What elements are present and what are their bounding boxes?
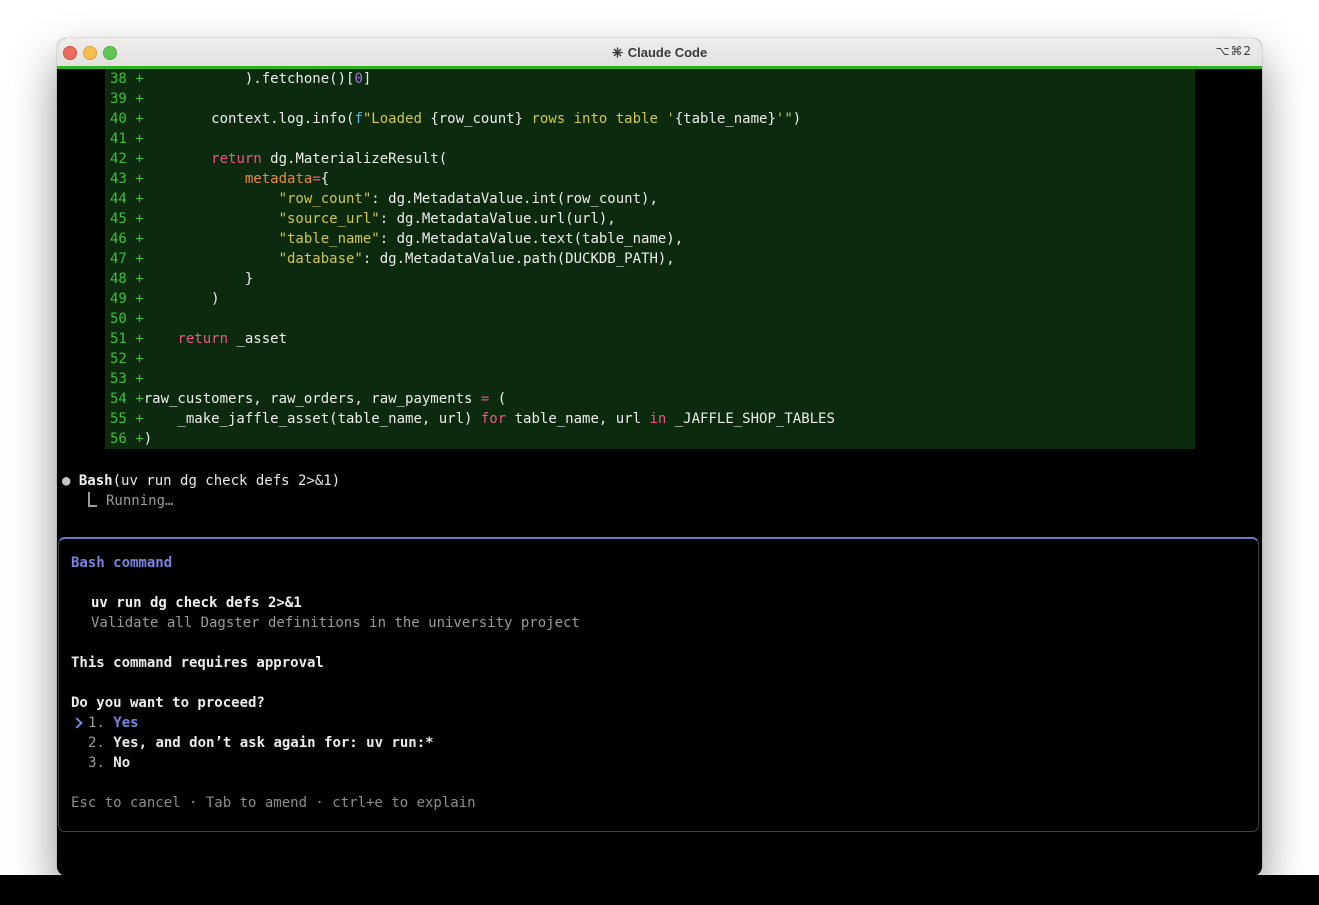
window-shortcut-badge: ⌥⌘2 [1216,44,1252,58]
code-line: 48 + } [105,269,1195,289]
keyboard-hints: Esc to cancel · Tab to amend · ctrl+e to… [71,793,476,813]
diff-panel: 38 + ).fetchone()[0] 39 + 40 + context.log… [105,69,1195,449]
dialog-command-description: Validate all Dagster definitions in the … [91,613,580,633]
terminal-window: Claude Code ⌥⌘2 38 + ).fetchone()[0] 39 +… [57,38,1262,876]
code-line: 41 + [105,129,1195,149]
code-line: 47 + "database": dg.MetadataValue.path(D… [105,249,1195,269]
line-number: 54 + [105,391,144,407]
line-number: 45 + [105,211,144,227]
options-list: 1. Yes2. Yes, and don’t ask again for: u… [59,713,1258,773]
code-line: 39 + [105,89,1195,109]
line-number: 40 + [105,111,144,127]
code-line: 53 + [105,369,1195,389]
line-number: 52 + [105,351,144,367]
option-label: Yes, and don’t ask again for: uv run:* [113,735,433,751]
option-number: 1. [88,715,113,731]
approval-note: This command requires approval [71,653,324,673]
code-line: 49 + ) [105,289,1195,309]
line-number: 48 + [105,271,144,287]
code-line: 40 + context.log.info(f"Loaded {row_coun… [105,109,1195,129]
minimize-button[interactable] [83,46,97,60]
traffic-lights [57,46,127,58]
close-button[interactable] [63,46,77,60]
selection-chevron-icon [71,717,82,728]
code-line: 43 + metadata={ [105,169,1195,189]
line-number: 38 + [105,71,144,87]
line-number: 42 + [105,151,144,167]
code-line: 44 + "row_count": dg.MetadataValue.int(r… [105,189,1195,209]
option-row[interactable]: 3. No [59,753,1258,773]
approval-dialog: Bash command uv run dg check defs 2>&1 V… [58,537,1259,832]
code-line: 56 +) [105,429,1195,449]
option-row[interactable]: 1. Yes [59,713,1258,733]
line-number: 43 + [105,171,144,187]
code-line: 54 +raw_customers, raw_orders, raw_payme… [105,389,1195,409]
code-line: 42 + return dg.MaterializeResult( [105,149,1195,169]
code-line: 50 + [105,309,1195,329]
option-label: No [113,755,130,771]
tool-args: (uv run dg check defs 2>&1) [113,473,341,489]
code-line: 46 + "table_name": dg.MetadataValue.text… [105,229,1195,249]
branch-icon [88,492,97,507]
line-number: 56 + [105,431,144,447]
code-line: 51 + return _asset [105,329,1195,349]
line-number: 47 + [105,251,144,267]
tool-status-line: ● Bash(uv run dg check defs 2>&1) [62,471,340,491]
tool-running-status: Running… [88,491,173,511]
bottom-black-strip [0,875,1319,905]
code-line: 52 + [105,349,1195,369]
dialog-title: Bash command [71,553,172,573]
window-title-text: Claude Code [628,45,707,60]
code-line: 55 + _make_jaffle_asset(table_name, url)… [105,409,1195,429]
line-number: 39 + [105,91,144,107]
code-line: 45 + "source_url": dg.MetadataValue.url(… [105,209,1195,229]
line-number: 50 + [105,311,144,327]
line-number: 51 + [105,331,144,347]
option-label: Yes [113,715,138,731]
option-number: 2. [88,735,113,751]
asterisk-icon [612,47,623,58]
tool-name: Bash [79,473,113,489]
line-number: 55 + [105,411,144,427]
line-number: 49 + [105,291,144,307]
window-title: Claude Code [612,45,707,60]
option-row[interactable]: 2. Yes, and don’t ask again for: uv run:… [59,733,1258,753]
code-line: 38 + ).fetchone()[0] [105,69,1195,89]
dialog-command: uv run dg check defs 2>&1 [91,593,302,613]
line-number: 41 + [105,131,144,147]
proceed-question: Do you want to proceed? [71,693,265,713]
option-number: 3. [88,755,113,771]
terminal-content: 38 + ).fetchone()[0] 39 + 40 + context.log… [57,66,1262,876]
line-number: 46 + [105,231,144,247]
line-number: 53 + [105,371,144,387]
running-label: Running… [106,493,173,509]
line-number: 44 + [105,191,144,207]
window-titlebar[interactable]: Claude Code ⌥⌘2 [57,38,1262,67]
zoom-button[interactable] [103,46,117,60]
